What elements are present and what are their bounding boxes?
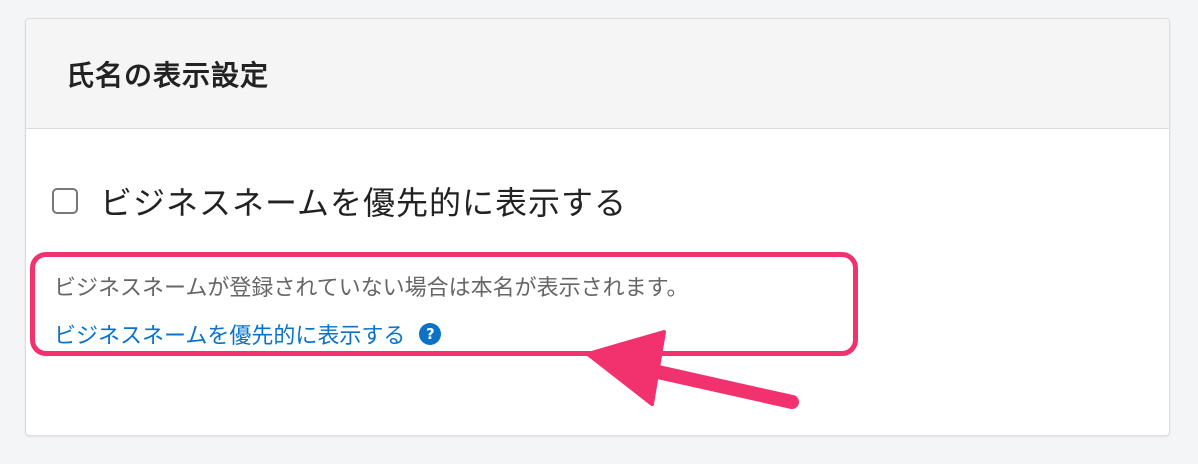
question-circle-icon[interactable]: ?	[419, 323, 442, 345]
settings-panel: 氏名の表示設定	[25, 18, 1170, 436]
help-description: ビジネスネームが登録されていない場合は本名が表示されます。	[54, 276, 689, 301]
business-name-priority-option[interactable]: ビジネスネームを優先的に表示する	[52, 178, 627, 224]
business-name-priority-checkbox[interactable]	[52, 188, 78, 214]
panel-header: 氏名の表示設定	[26, 19, 1169, 129]
panel-title: 氏名の表示設定	[66, 58, 270, 92]
help-link-row: ビジネスネームを優先的に表示する ?	[54, 318, 442, 350]
business-name-priority-label[interactable]: ビジネスネームを優先的に表示する	[100, 178, 627, 224]
help-link[interactable]: ビジネスネームを優先的に表示する	[54, 318, 405, 350]
